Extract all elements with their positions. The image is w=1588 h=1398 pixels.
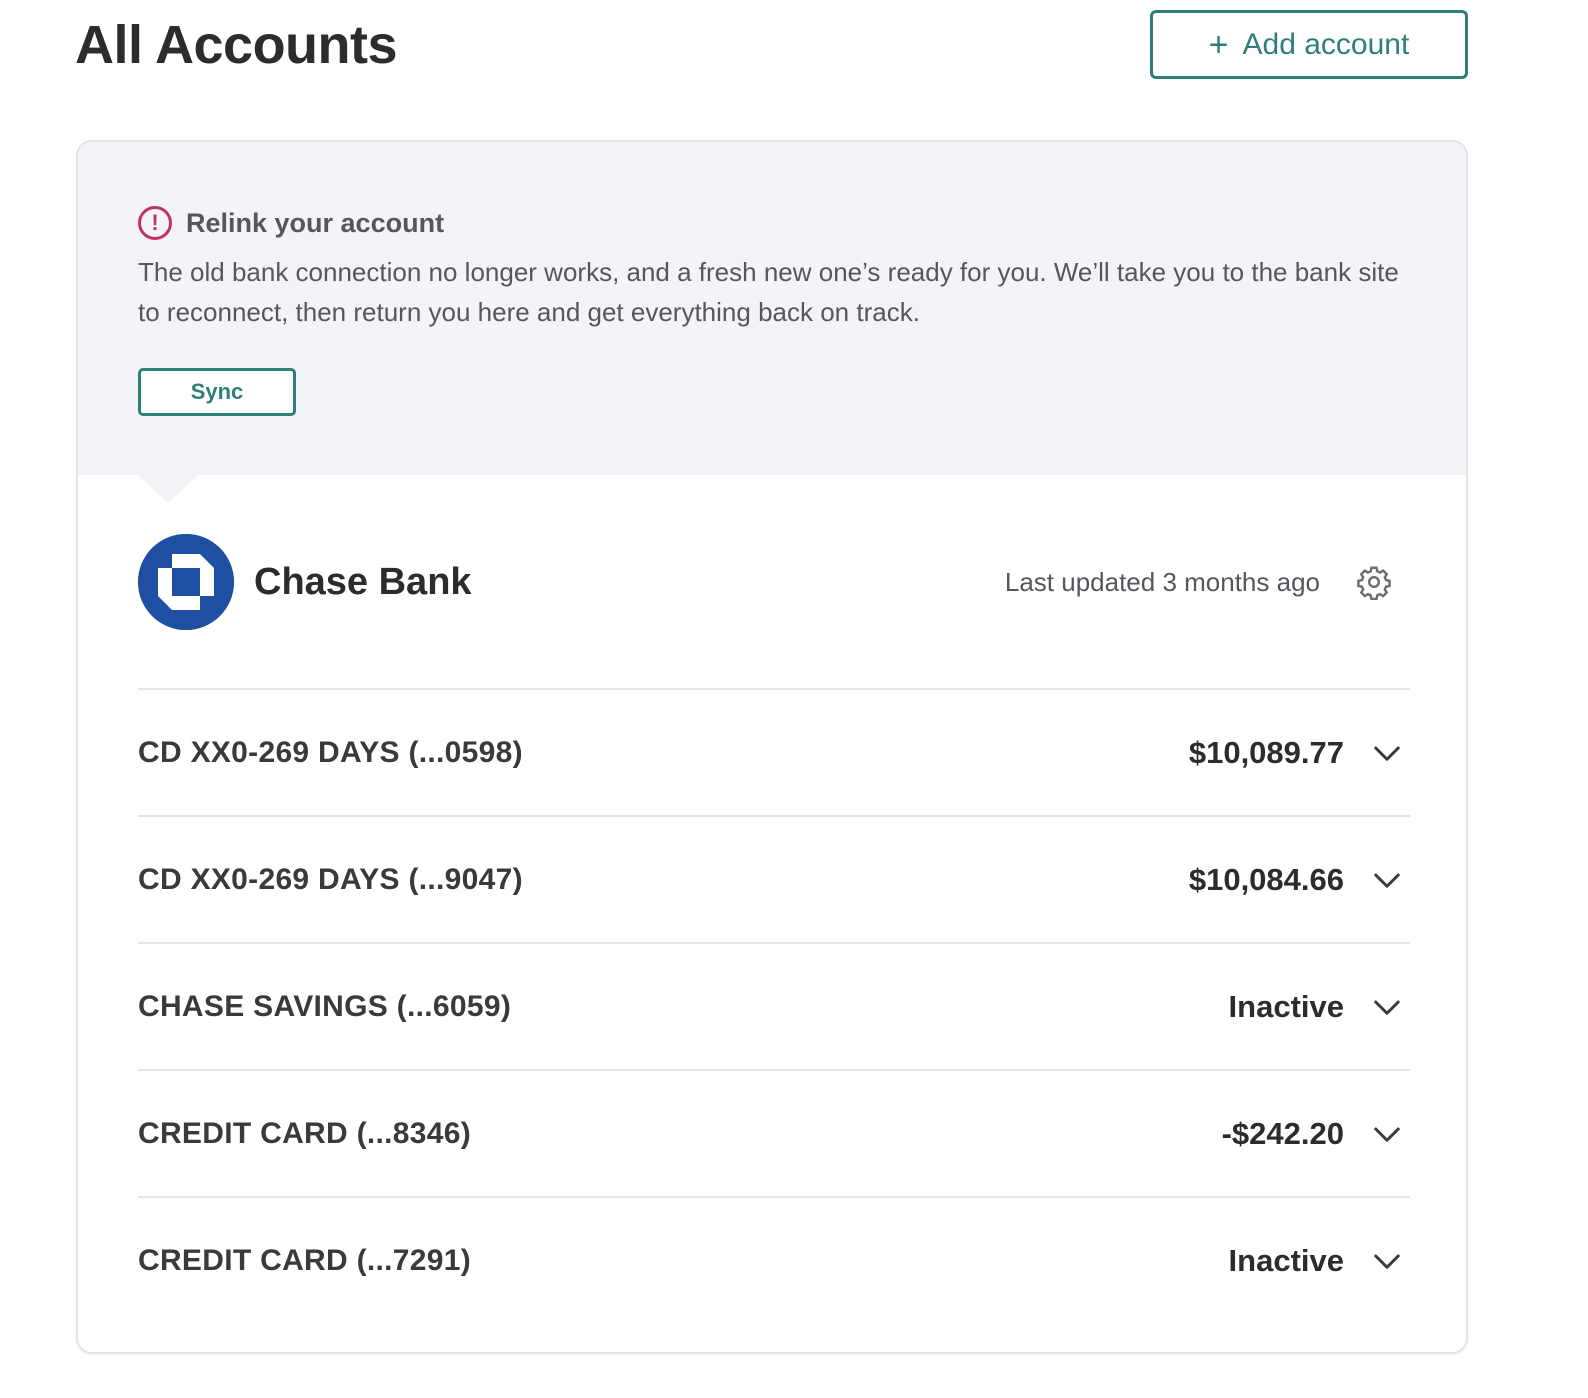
add-account-button[interactable]: + Add account bbox=[1150, 10, 1468, 79]
account-name: CREDIT CARD (...7291) bbox=[138, 1243, 472, 1277]
bank-header: Chase Bank Last updated 3 months ago bbox=[138, 534, 1410, 630]
account-name: CD XX0-269 DAYS (...9047) bbox=[138, 862, 523, 896]
last-updated-text: Last updated 3 months ago bbox=[1004, 566, 1320, 597]
chevron-down-icon[interactable] bbox=[1372, 1246, 1402, 1276]
alert-title: Relink your account bbox=[186, 207, 445, 238]
chase-logo-icon bbox=[138, 534, 234, 630]
account-balance: $10,084.66 bbox=[1188, 861, 1344, 897]
relink-alert: ! Relink your account The old bank conne… bbox=[78, 142, 1466, 475]
alert-message: The old bank connection no longer works,… bbox=[138, 257, 1399, 327]
account-balance: -$242.20 bbox=[1221, 1115, 1344, 1151]
chevron-down-icon[interactable] bbox=[1372, 738, 1402, 768]
page-title: All Accounts bbox=[75, 15, 398, 75]
account-row[interactable]: CD XX0-269 DAYS (...0598) $10,089.77 bbox=[138, 688, 1410, 815]
account-row[interactable]: CHASE SAVINGS (...6059) Inactive bbox=[138, 942, 1410, 1069]
alert-header: ! Relink your account bbox=[138, 206, 444, 240]
account-name: CREDIT CARD (...8346) bbox=[138, 1116, 472, 1150]
account-list: CD XX0-269 DAYS (...0598) $10,089.77 CD … bbox=[138, 688, 1410, 1323]
account-balance: $10,089.77 bbox=[1188, 734, 1344, 770]
chevron-down-icon[interactable] bbox=[1372, 992, 1402, 1022]
account-row[interactable]: CREDIT CARD (...8346) -$242.20 bbox=[138, 1069, 1410, 1196]
sync-button[interactable]: Sync bbox=[138, 368, 296, 416]
plus-icon: + bbox=[1208, 25, 1229, 64]
account-balance: Inactive bbox=[1228, 988, 1344, 1024]
bank-card: ! Relink your account The old bank conne… bbox=[76, 140, 1468, 1354]
account-row[interactable]: CREDIT CARD (...7291) Inactive bbox=[138, 1196, 1410, 1323]
chevron-down-icon[interactable] bbox=[1372, 865, 1402, 895]
account-balance: Inactive bbox=[1228, 1242, 1344, 1278]
add-account-label: Add account bbox=[1242, 27, 1410, 61]
gear-icon[interactable] bbox=[1356, 564, 1392, 600]
alert-pointer bbox=[138, 475, 198, 503]
account-name: CHASE SAVINGS (...6059) bbox=[138, 989, 512, 1023]
alert-circle-icon: ! bbox=[138, 206, 172, 240]
bank-name: Chase Bank bbox=[254, 560, 472, 603]
account-name: CD XX0-269 DAYS (...0598) bbox=[138, 735, 523, 769]
account-row[interactable]: CD XX0-269 DAYS (...9047) $10,084.66 bbox=[138, 815, 1410, 942]
chevron-down-icon[interactable] bbox=[1372, 1119, 1402, 1149]
